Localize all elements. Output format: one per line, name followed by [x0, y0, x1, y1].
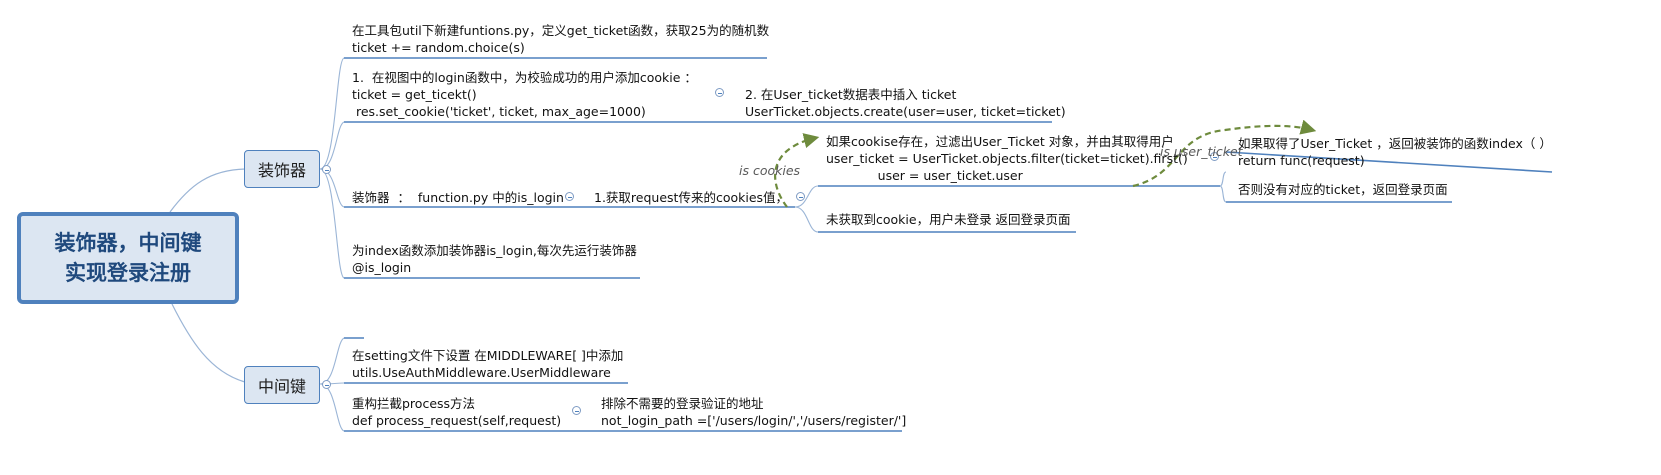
subtopic-process-request[interactable]: 重构拦截process方法 def process_request(self,r…	[352, 395, 561, 429]
branch-connector-cookie-exists	[1219, 171, 1227, 203]
collapse-decorator-icon[interactable]	[322, 165, 331, 174]
subtopic-ticket-missing[interactable]: 否则没有对应的ticket，返回登录页面	[1238, 181, 1448, 198]
root-topic[interactable]: 装饰器，中间键 实现登录注册	[17, 212, 239, 304]
subtopic-is-login[interactable]: 装饰器 ： function.py 中的is_login	[352, 189, 564, 206]
subtopic-login-view[interactable]: 1. 在视图中的login函数中，为校验成功的用户添加cookie ： tick…	[352, 69, 697, 120]
relationship-label-is-user-ticket[interactable]: is user_ticket	[1160, 144, 1243, 159]
collapse-login-view-icon[interactable]	[715, 88, 724, 97]
subtopic-create-ticket[interactable]: 在工具包util下新建funtions.py，定义get_ticket函数，获取…	[352, 22, 769, 56]
root-connector-decorator	[169, 168, 246, 213]
root-connector-middleware	[171, 303, 246, 383]
subtopic-exclude-paths[interactable]: 排除不需要的登录验证的地址 not_login_path =['/users/l…	[601, 395, 906, 429]
subtopic-no-cookie[interactable]: 未获取到cookie，用户未登录 返回登录页面	[826, 211, 1071, 228]
subtopic-setting[interactable]: 在setting文件下设置 在MIDDLEWARE[ ]中添加 utils.Us…	[352, 347, 623, 381]
collapse-is-login-icon[interactable]	[565, 192, 574, 201]
relationship-label-is-cookies[interactable]: is cookies	[739, 163, 800, 178]
subtopic-get-cookies[interactable]: 1.获取request传来的cookies值，	[594, 189, 788, 206]
topic-middleware[interactable]: 中间键	[244, 366, 320, 404]
collapse-process-request-icon[interactable]	[572, 406, 581, 415]
collapse-middleware-icon[interactable]	[322, 380, 331, 389]
subtopic-apply-decorator[interactable]: 为index函数添加装饰器is_login,每次先运行装饰器 @is_login	[352, 242, 637, 276]
topic-decorator[interactable]: 装饰器	[244, 150, 320, 188]
subtopic-insert-ticket[interactable]: 2. 在User_ticket数据表中插入 ticket UserTicket.…	[745, 86, 1066, 120]
subtopic-cookie-exists[interactable]: 如果cookise存在，过滤出User_Ticket 对象，并由其取得用户 us…	[826, 133, 1188, 184]
subtopic-ticket-found[interactable]: 如果取得了User_Ticket ，返回被装饰的函数index（ ） retur…	[1238, 135, 1552, 169]
collapse-get-cookies-icon[interactable]	[796, 192, 805, 201]
